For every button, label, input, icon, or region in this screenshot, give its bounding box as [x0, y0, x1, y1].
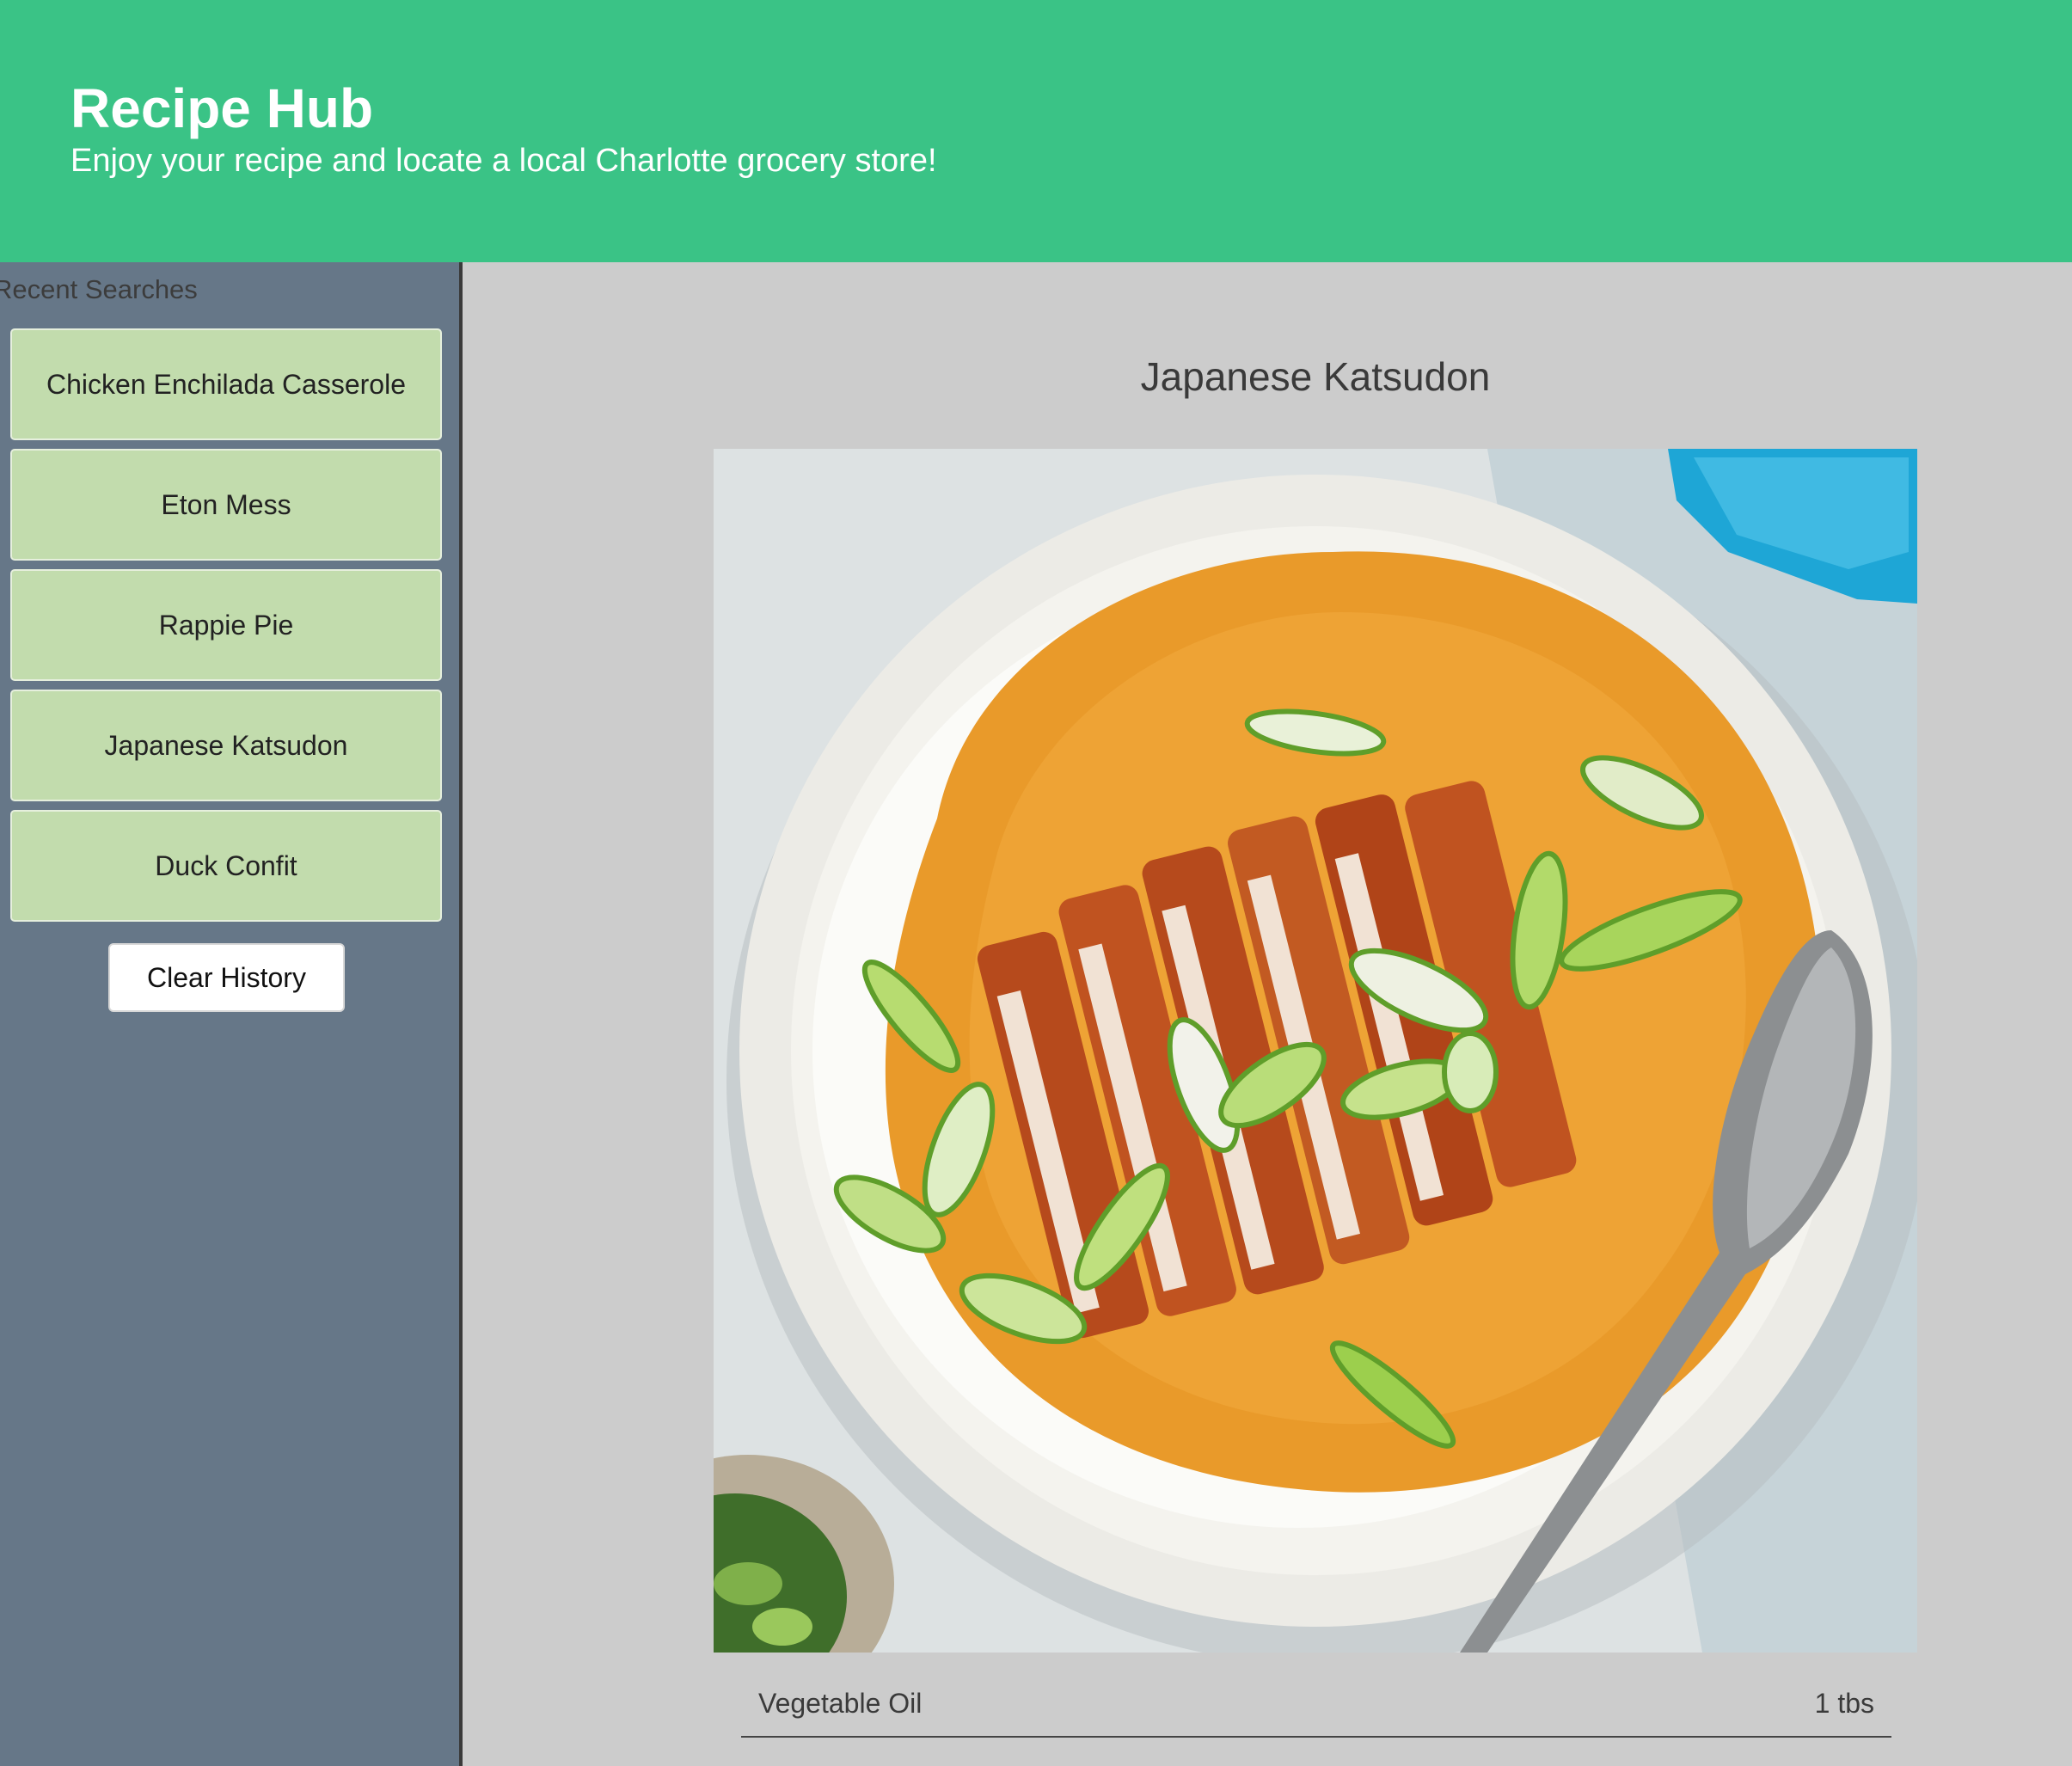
recent-search-label: Rappie Pie: [158, 609, 294, 641]
header: Recipe Hub Enjoy your recipe and locate …: [0, 0, 2072, 262]
app-title: Recipe Hub: [70, 77, 374, 139]
recent-search-item[interactable]: Chicken Enchilada Casserole: [10, 328, 442, 440]
recent-searches-heading: Recent Searches: [0, 274, 198, 304]
ingredient-name: Vegetable Oil: [758, 1688, 923, 1719]
recent-search-label: Eton Mess: [161, 488, 291, 520]
recent-search-item[interactable]: Eton Mess: [10, 449, 442, 561]
katsudon-photo: [714, 449, 1917, 1653]
recent-search-label: Duck Confit: [155, 849, 297, 881]
main-content: Japanese Katsudon Vegetable Oil 1 tbs: [463, 262, 2072, 1766]
recent-search-item[interactable]: Rappie Pie: [10, 569, 442, 681]
app-subtitle: Enjoy your recipe and locate a local Cha…: [70, 143, 937, 179]
recent-search-label: Chicken Enchilada Casserole: [46, 368, 406, 400]
clear-history-button[interactable]: Clear History: [108, 943, 345, 1012]
recent-search-item[interactable]: Japanese Katsudon: [10, 690, 442, 801]
sidebar: Recent Searches Chicken Enchilada Casser…: [0, 262, 463, 1766]
recipe-image: [714, 449, 1917, 1653]
ingredient-row: Vegetable Oil 1 tbs: [741, 1677, 1891, 1738]
recent-search-label: Japanese Katsudon: [104, 729, 348, 761]
ingredient-quantity: 1 tbs: [1814, 1688, 1874, 1719]
recent-search-item[interactable]: Duck Confit: [10, 810, 442, 922]
recipe-title: Japanese Katsudon: [1140, 354, 1491, 399]
